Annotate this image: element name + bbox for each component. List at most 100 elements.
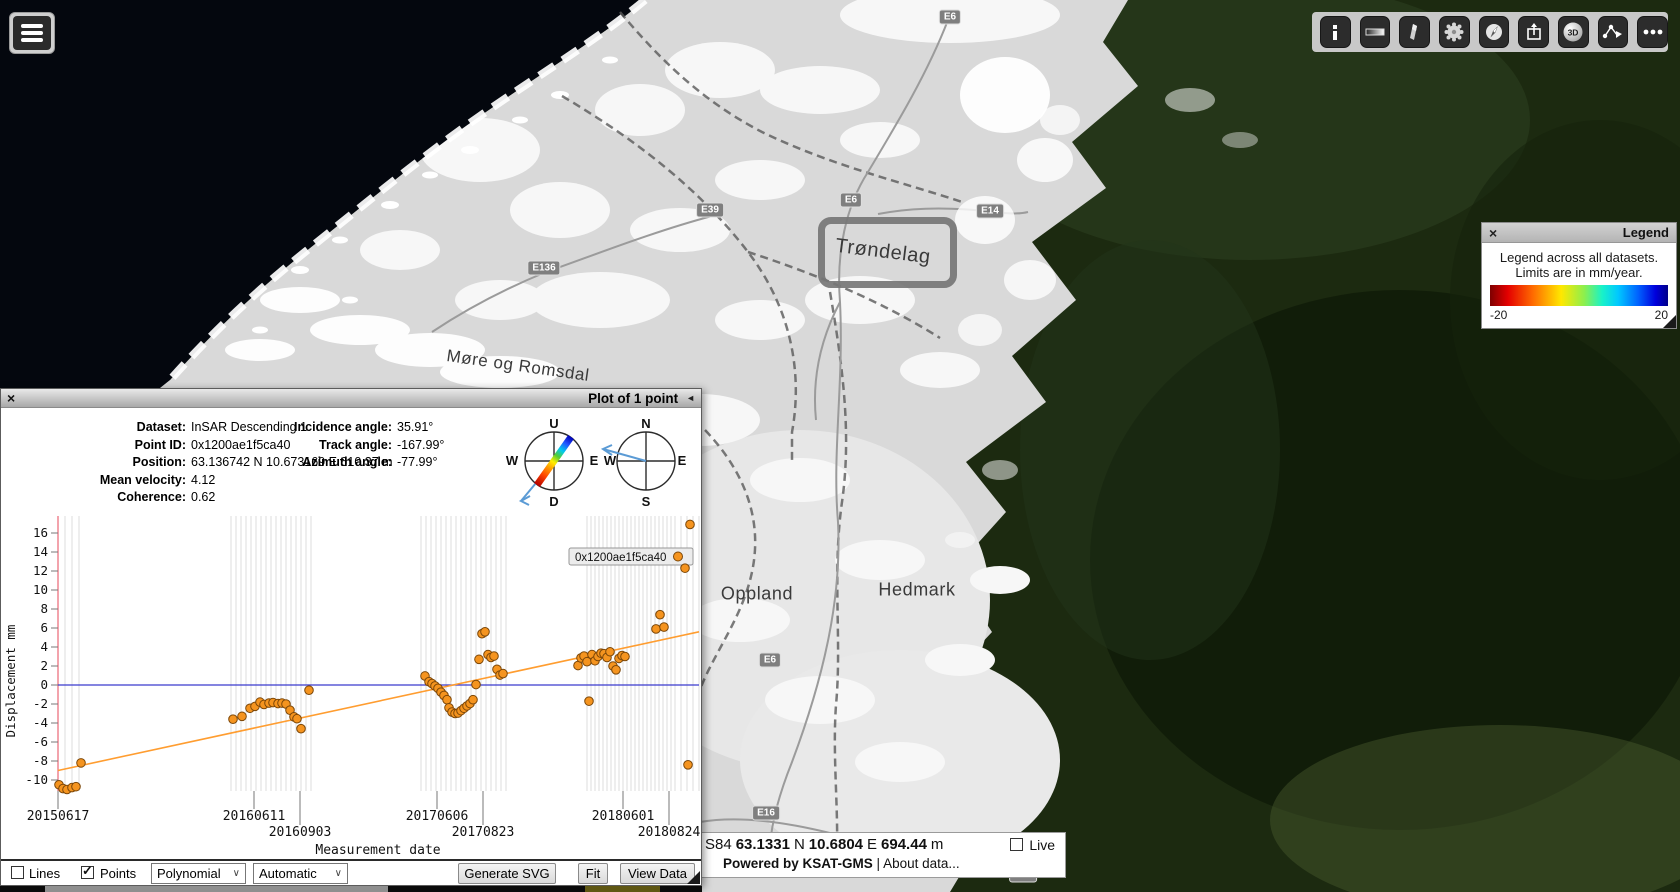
svg-text:N: N	[641, 416, 650, 431]
svg-text:20150617: 20150617	[27, 809, 90, 824]
info-label: Track angle:	[319, 437, 392, 452]
svg-text:10: 10	[33, 582, 48, 597]
bottom-edge-strip	[0, 886, 702, 892]
data-point	[605, 646, 615, 657]
legend-description-line1: Legend across all datasets.	[1499, 250, 1659, 265]
toolbar-export-button[interactable]	[1518, 16, 1550, 48]
road-badge: E14	[976, 203, 1004, 219]
data-point	[468, 694, 478, 705]
toolbar-info-button[interactable]	[1320, 16, 1351, 48]
legend-title: Legend	[1622, 225, 1669, 240]
svg-text:8: 8	[40, 601, 48, 616]
resize-handle-icon[interactable]	[1663, 315, 1676, 328]
svg-text:-8: -8	[33, 753, 48, 768]
svg-text:12: 12	[33, 563, 48, 578]
data-point	[296, 723, 306, 734]
svg-text:0: 0	[40, 677, 48, 692]
data-point	[304, 685, 314, 696]
map-toolbar: 3D	[1312, 12, 1669, 52]
info-label: Coherence:	[117, 490, 186, 504]
svg-text:S: S	[642, 494, 651, 509]
data-point	[474, 654, 484, 665]
toolbar-compass-button[interactable]	[1478, 16, 1510, 48]
data-point	[471, 679, 481, 690]
data-point	[292, 713, 302, 724]
svg-text:6: 6	[40, 620, 48, 635]
view-data-button[interactable]: View Data	[620, 863, 695, 884]
info-row: Azimuth angle: -77.99°	[283, 454, 445, 472]
data-point	[620, 651, 630, 662]
more-icon	[1643, 29, 1663, 35]
region-label: Oppland	[720, 583, 794, 604]
info-value: 4.12	[191, 472, 216, 487]
plot-panel: × Plot of 1 point ◄ Dataset: InSAR Descen…	[0, 388, 702, 886]
svg-text:D: D	[549, 494, 558, 509]
toolbar-path-button[interactable]	[1597, 16, 1629, 48]
svg-text:U: U	[549, 416, 558, 431]
displacement-chart[interactable]: 16 14 12 10 8 6 4 2 0 -2 -4 -6 -8 -10 20150617 20160611…	[1, 509, 703, 859]
info-label: Incidence angle:	[294, 420, 392, 434]
svg-text:E: E	[678, 453, 687, 468]
data-point	[237, 711, 247, 722]
collapse-arrow-icon[interactable]: ◄	[686, 393, 695, 403]
svg-text:3D: 3D	[1568, 28, 1579, 38]
generate-svg-button[interactable]: Generate SVG	[458, 863, 556, 884]
plot-panel-title: Plot of 1 point	[588, 390, 679, 406]
about-data-link[interactable]: About data...	[883, 856, 960, 871]
altitude-value: 694.44	[881, 836, 927, 853]
legend-min-value: -20	[1490, 308, 1508, 322]
data-point	[489, 651, 499, 661]
data-point	[480, 627, 490, 637]
svg-text:Displacement mm: Displacement mm	[3, 625, 18, 738]
longitude-dir: E	[867, 836, 878, 853]
lines-label: Lines	[29, 866, 61, 881]
lines-checkbox[interactable]	[11, 866, 24, 879]
application-window: Trøndelag Møre og Romsdal Oppland Hedmark E6…	[0, 0, 1680, 892]
info-icon	[1333, 25, 1338, 40]
toolbar-settings-button[interactable]	[1439, 16, 1470, 48]
info-value: -77.99°	[397, 455, 438, 469]
orientation-compasses: U D W E N S W E	[506, 416, 687, 509]
road-badge: E16	[752, 805, 780, 821]
data-point	[76, 758, 86, 768]
threed-icon: 3D	[1563, 22, 1583, 42]
ruler-icon	[1409, 24, 1417, 40]
info-row: Mean velocity: 4.12	[33, 472, 394, 490]
menu-button[interactable]	[9, 12, 55, 54]
plot-panel-header: × Plot of 1 point ◄	[1, 389, 701, 408]
divider	[1, 859, 701, 861]
live-checkbox[interactable]	[1010, 838, 1024, 851]
selected-region-box[interactable]	[818, 217, 957, 288]
info-label: Position:	[132, 455, 186, 469]
resize-handle-icon[interactable]	[687, 871, 700, 884]
altitude-unit: m	[930, 836, 944, 853]
points-checkbox[interactable]	[81, 863, 94, 879]
series-legend[interactable]: 0x1200ae1f5ca40	[568, 547, 694, 566]
fit-type-select[interactable]: Polynomial ∨	[151, 863, 246, 884]
info-label: Azimuth angle:	[302, 455, 392, 469]
fit-button[interactable]: Fit	[578, 863, 608, 884]
svg-text:20170606: 20170606	[406, 809, 469, 824]
toolbar-ruler-button[interactable]	[1399, 16, 1431, 48]
compass-icon	[1486, 24, 1503, 40]
svg-text:2: 2	[40, 658, 48, 673]
close-icon[interactable]: ×	[1489, 226, 1497, 240]
separator-text: |	[876, 856, 881, 871]
longitude-value: 10.6804	[808, 836, 864, 853]
fit-mode-select[interactable]: Automatic ∨	[253, 863, 348, 884]
datum-label: S84	[705, 836, 732, 853]
svg-text:W: W	[604, 453, 617, 468]
coordinate-readout: S84 63.1331 N 10.6804 E 694.44 m Live Po…	[700, 832, 1066, 878]
info-row: Incidence angle: 35.91°	[283, 419, 445, 437]
close-icon[interactable]: ×	[7, 391, 15, 405]
svg-text:20170823: 20170823	[452, 825, 515, 840]
toolbar-more-button[interactable]	[1637, 16, 1669, 48]
data-point	[584, 696, 594, 706]
points-label: Points	[100, 866, 137, 881]
svg-text:20160903: 20160903	[269, 825, 332, 840]
svg-text:-2: -2	[33, 696, 48, 711]
road-badge: E6	[938, 9, 962, 25]
toolbar-threed-button[interactable]: 3D	[1558, 16, 1589, 48]
toolbar-measure-button[interactable]	[1359, 16, 1391, 48]
svg-text:-4: -4	[33, 715, 48, 730]
